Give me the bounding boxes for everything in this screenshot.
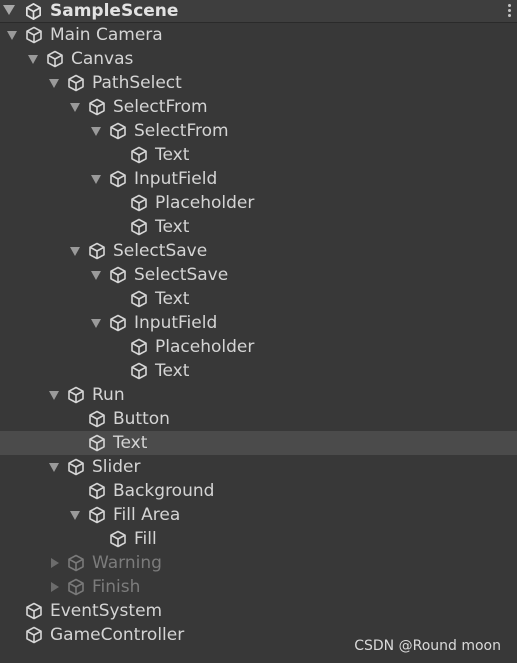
- hierarchy-item[interactable]: Text: [0, 215, 517, 239]
- gameobject-cube-icon: [131, 194, 147, 212]
- hierarchy-item-label: Text: [155, 289, 190, 309]
- gameobject-cube-icon: [131, 290, 147, 308]
- hierarchy-item[interactable]: Placeholder: [0, 335, 517, 359]
- gameobject-cube-icon: [89, 410, 105, 428]
- expanded-arrow-icon[interactable]: [90, 173, 102, 185]
- hierarchy-item-label: SelectSave: [113, 241, 208, 261]
- hierarchy-item[interactable]: Canvas: [0, 47, 517, 71]
- scene-title: SampleScene: [50, 1, 179, 21]
- gameobject-cube-icon: [110, 266, 126, 284]
- hierarchy-item-label: Text: [155, 361, 190, 381]
- hierarchy-item[interactable]: Text: [0, 287, 517, 311]
- hierarchy-tree: Main Camera Canvas PathSelect SelectFrom Sel…: [0, 23, 517, 647]
- watermark: CSDN @Round moon: [354, 638, 501, 654]
- hierarchy-item-label: Slider: [92, 457, 141, 477]
- hierarchy-item[interactable]: Run: [0, 383, 517, 407]
- expanded-arrow-icon[interactable]: [6, 29, 18, 41]
- gameobject-cube-icon: [68, 578, 84, 596]
- hierarchy-item-label: GameController: [50, 625, 185, 645]
- hierarchy-item-label: Text: [155, 145, 190, 165]
- hierarchy-item[interactable]: Main Camera: [0, 23, 517, 47]
- gameobject-cube-icon: [131, 362, 147, 380]
- gameobject-cube-icon: [26, 26, 42, 44]
- gameobject-cube-icon: [68, 386, 84, 404]
- hierarchy-item-label: Background: [113, 481, 215, 501]
- hierarchy-item-label: Run: [92, 385, 125, 405]
- hierarchy-item-label: SelectFrom: [134, 121, 229, 141]
- unity-logo-icon: [25, 3, 42, 20]
- gameobject-cube-icon: [110, 530, 126, 548]
- hierarchy-item[interactable]: Text: [0, 143, 517, 167]
- gameobject-cube-icon: [89, 242, 105, 260]
- gameobject-cube-icon: [89, 482, 105, 500]
- hierarchy-item-label: InputField: [134, 313, 218, 333]
- hierarchy-item-label: Placeholder: [155, 337, 255, 357]
- collapsed-arrow-icon[interactable]: [48, 581, 60, 593]
- expanded-arrow-icon[interactable]: [90, 317, 102, 329]
- hierarchy-item-label: Canvas: [71, 49, 134, 69]
- hierarchy-item-label: Warning: [92, 553, 162, 573]
- gameobject-cube-icon: [26, 602, 42, 620]
- hierarchy-item-label: Fill Area: [113, 505, 181, 525]
- hierarchy-item[interactable]: InputField: [0, 167, 517, 191]
- hierarchy-item[interactable]: SelectSave: [0, 263, 517, 287]
- hierarchy-item-label: EventSystem: [50, 601, 163, 621]
- hierarchy-item-label: SelectSave: [134, 265, 229, 285]
- gameobject-cube-icon: [110, 314, 126, 332]
- gameobject-cube-icon: [89, 98, 105, 116]
- hierarchy-item[interactable]: Background: [0, 479, 517, 503]
- gameobject-cube-icon: [110, 170, 126, 188]
- expanded-arrow-icon[interactable]: [27, 53, 39, 65]
- gameobject-cube-icon: [47, 50, 63, 68]
- gameobject-cube-icon: [68, 554, 84, 572]
- gameobject-cube-icon: [26, 626, 42, 644]
- expanded-arrow-icon[interactable]: [48, 461, 60, 473]
- hierarchy-item[interactable]: Fill: [0, 527, 517, 551]
- hierarchy-item[interactable]: EventSystem: [0, 599, 517, 623]
- hierarchy-item[interactable]: Warning: [0, 551, 517, 575]
- hierarchy-item[interactable]: Text: [0, 359, 517, 383]
- hierarchy-item[interactable]: Placeholder: [0, 191, 517, 215]
- expanded-arrow-icon[interactable]: [48, 389, 60, 401]
- hierarchy-item-label: SelectFrom: [113, 97, 208, 117]
- expanded-arrow-icon[interactable]: [69, 509, 81, 521]
- scene-header[interactable]: SampleScene: [0, 0, 517, 23]
- hierarchy-item-label: Button: [113, 409, 170, 429]
- hierarchy-item-label: PathSelect: [92, 73, 182, 93]
- hierarchy-item-label: Fill: [134, 529, 157, 549]
- hierarchy-item-label: Finish: [92, 577, 141, 597]
- hierarchy-item[interactable]: InputField: [0, 311, 517, 335]
- hierarchy-item[interactable]: Finish: [0, 575, 517, 599]
- kebab-menu-icon[interactable]: [508, 4, 512, 19]
- gameobject-cube-icon: [131, 146, 147, 164]
- hierarchy-item-label: Placeholder: [155, 193, 255, 213]
- hierarchy-item[interactable]: SelectSave: [0, 239, 517, 263]
- hierarchy-item[interactable]: SelectFrom: [0, 95, 517, 119]
- expanded-arrow-icon[interactable]: [69, 245, 81, 257]
- expanded-arrow-icon[interactable]: [90, 269, 102, 281]
- collapsed-arrow-icon[interactable]: [48, 557, 60, 569]
- expanded-arrow-icon[interactable]: [90, 125, 102, 137]
- expanded-arrow-icon[interactable]: [69, 101, 81, 113]
- gameobject-cube-icon: [68, 74, 84, 92]
- hierarchy-item[interactable]: Fill Area: [0, 503, 517, 527]
- gameobject-cube-icon: [89, 506, 105, 524]
- hierarchy-item-label: InputField: [134, 169, 218, 189]
- hierarchy-item[interactable]: Button: [0, 407, 517, 431]
- gameobject-cube-icon: [110, 122, 126, 140]
- hierarchy-item[interactable]: Slider: [0, 455, 517, 479]
- expanded-arrow-icon[interactable]: [48, 77, 60, 89]
- hierarchy-item[interactable]: Text: [0, 431, 517, 455]
- gameobject-cube-icon: [68, 458, 84, 476]
- hierarchy-item-label: Main Camera: [50, 25, 163, 45]
- gameobject-cube-icon: [89, 434, 105, 452]
- gameobject-cube-icon: [131, 338, 147, 356]
- hierarchy-item-label: Text: [113, 433, 148, 453]
- hierarchy-item-label: Text: [155, 217, 190, 237]
- hierarchy-item[interactable]: SelectFrom: [0, 119, 517, 143]
- scene-foldout-arrow-icon[interactable]: [3, 5, 15, 15]
- gameobject-cube-icon: [131, 218, 147, 236]
- hierarchy-item[interactable]: PathSelect: [0, 71, 517, 95]
